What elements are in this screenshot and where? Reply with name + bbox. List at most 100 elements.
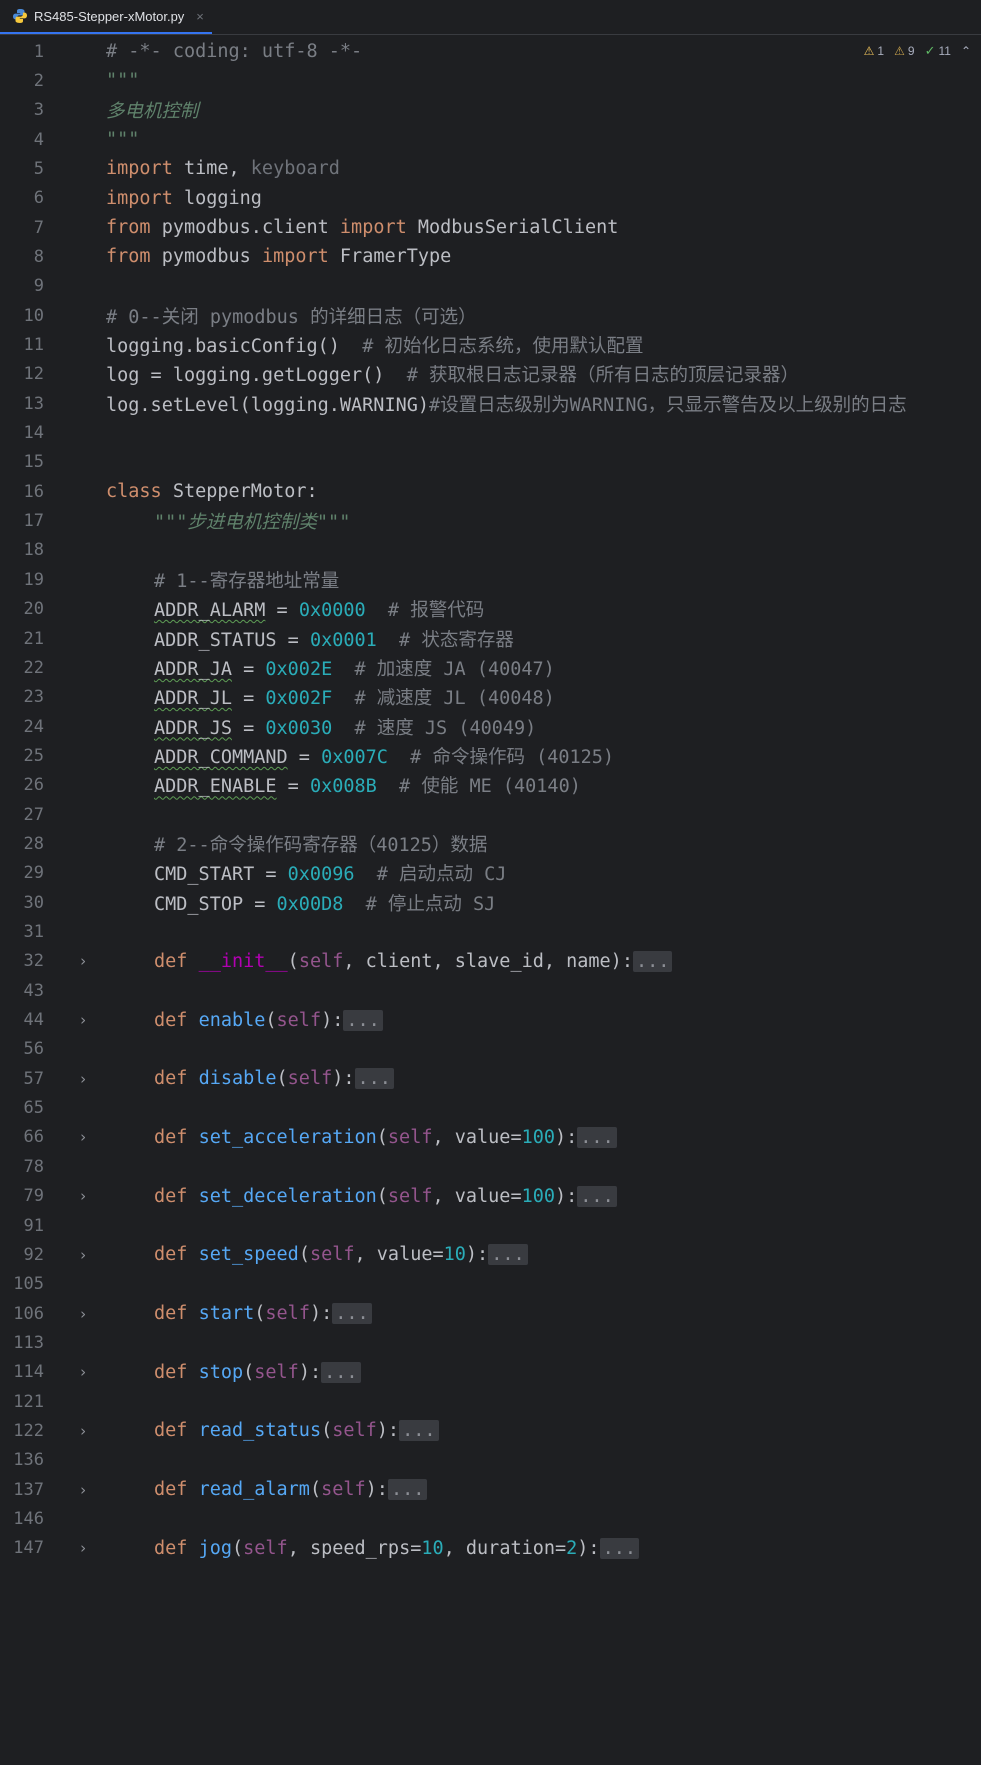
- code-line[interactable]: 21 ADDR_STATUS = 0x0001 # 状态寄存器: [0, 622, 981, 655]
- line-number[interactable]: 23: [0, 687, 44, 707]
- fold-expand-icon[interactable]: ›: [76, 1305, 90, 1323]
- folded-code-placeholder[interactable]: ...: [577, 1126, 617, 1148]
- line-number[interactable]: 9: [0, 276, 44, 296]
- code-line[interactable]: 121: [0, 1385, 981, 1418]
- line-number[interactable]: 66: [0, 1127, 44, 1147]
- code-line[interactable]: 43: [0, 974, 981, 1007]
- line-number[interactable]: 136: [0, 1450, 44, 1470]
- line-number[interactable]: 1: [0, 42, 44, 62]
- folded-code-placeholder[interactable]: ...: [599, 1537, 639, 1559]
- code-line[interactable]: 65: [0, 1092, 981, 1125]
- folded-code-placeholder[interactable]: ...: [632, 950, 673, 972]
- line-number[interactable]: 65: [0, 1098, 44, 1118]
- code-line[interactable]: 32 › def __init__(self, client, slave_id, …: [0, 945, 981, 978]
- line-number[interactable]: 56: [0, 1039, 44, 1059]
- code-line[interactable]: 22 ADDR_JA = 0x002E # 加速度 JA (40047): [0, 651, 981, 684]
- line-number[interactable]: 7: [0, 218, 44, 238]
- code-line[interactable]: 30 CMD_STOP = 0x00D8 # 停止点动 SJ: [0, 886, 981, 919]
- code-line[interactable]: 27: [0, 798, 981, 831]
- folded-code-placeholder[interactable]: ...: [399, 1420, 439, 1442]
- code-line[interactable]: 9: [0, 270, 981, 303]
- line-number[interactable]: 12: [0, 364, 44, 384]
- code-line[interactable]: 146: [0, 1503, 981, 1536]
- line-number[interactable]: 3: [0, 100, 44, 120]
- folded-code-placeholder[interactable]: ...: [321, 1361, 361, 1383]
- line-number[interactable]: 27: [0, 805, 44, 825]
- line-number[interactable]: 14: [0, 423, 44, 443]
- folded-code-placeholder[interactable]: ...: [387, 1479, 428, 1501]
- code-line[interactable]: 78: [0, 1150, 981, 1183]
- line-number[interactable]: 25: [0, 746, 44, 766]
- code-line[interactable]: 79 › def set_deceleration(self, value=100)…: [0, 1180, 981, 1213]
- code-line[interactable]: 137 › def read_alarm(self):...: [0, 1473, 981, 1506]
- line-number[interactable]: 30: [0, 893, 44, 913]
- folded-code-placeholder[interactable]: ...: [577, 1185, 617, 1207]
- code-line[interactable]: 19 # 1--寄存器地址常量: [0, 563, 981, 596]
- line-number[interactable]: 78: [0, 1157, 44, 1177]
- line-number[interactable]: 29: [0, 863, 44, 883]
- line-number[interactable]: 15: [0, 452, 44, 472]
- line-number[interactable]: 31: [0, 922, 44, 942]
- fold-expand-icon[interactable]: ›: [76, 1128, 90, 1146]
- code-line[interactable]: 13 log.setLevel(logging.WARNING)#设置日志级别为W…: [0, 387, 981, 420]
- code-line[interactable]: 17 """步进电机控制类""": [0, 505, 981, 538]
- code-line[interactable]: 5 import time, keyboard: [0, 152, 981, 185]
- line-number[interactable]: 28: [0, 834, 44, 854]
- code-line[interactable]: 12 log = logging.getLogger() # 获取根日志记录器（所…: [0, 358, 981, 391]
- code-line[interactable]: 91: [0, 1209, 981, 1242]
- line-number[interactable]: 105: [0, 1274, 44, 1294]
- line-number[interactable]: 20: [0, 599, 44, 619]
- code-line[interactable]: 92 › def set_speed(self, value=10):...: [0, 1238, 981, 1271]
- code-line[interactable]: 25 ADDR_COMMAND = 0x007C # 命令操作码 (40125): [0, 739, 981, 772]
- line-number[interactable]: 32: [0, 951, 44, 971]
- line-number[interactable]: 2: [0, 71, 44, 91]
- line-number[interactable]: 26: [0, 775, 44, 795]
- line-number[interactable]: 24: [0, 717, 44, 737]
- code-line[interactable]: 31: [0, 916, 981, 949]
- code-line[interactable]: 26 ADDR_ENABLE = 0x008B # 使能 ME (40140): [0, 769, 981, 802]
- line-number[interactable]: 92: [0, 1245, 44, 1265]
- code-line[interactable]: 11 logging.basicConfig() # 初始化日志系统，使用默认配置: [0, 329, 981, 362]
- line-number[interactable]: 6: [0, 188, 44, 208]
- folded-code-placeholder[interactable]: ...: [332, 1303, 372, 1325]
- line-number[interactable]: 4: [0, 130, 44, 150]
- line-number[interactable]: 114: [0, 1362, 44, 1382]
- code-line[interactable]: 14: [0, 417, 981, 450]
- line-number[interactable]: 57: [0, 1069, 44, 1089]
- line-number[interactable]: 10: [0, 306, 44, 326]
- code-line[interactable]: 114 › def stop(self):...: [0, 1356, 981, 1389]
- folded-code-placeholder[interactable]: ...: [343, 1009, 383, 1031]
- line-number[interactable]: 44: [0, 1010, 44, 1030]
- line-number[interactable]: 122: [0, 1421, 44, 1441]
- close-tab-icon[interactable]: ×: [196, 9, 204, 24]
- code-line[interactable]: 1 # -*- coding: utf-8 -*-: [0, 35, 981, 68]
- line-number[interactable]: 146: [0, 1509, 44, 1529]
- fold-expand-icon[interactable]: ›: [76, 1363, 90, 1381]
- line-number[interactable]: 18: [0, 540, 44, 560]
- line-number[interactable]: 13: [0, 394, 44, 414]
- fold-expand-icon[interactable]: ›: [76, 1187, 90, 1205]
- line-number[interactable]: 91: [0, 1216, 44, 1236]
- line-number[interactable]: 19: [0, 570, 44, 590]
- line-number[interactable]: 147: [0, 1538, 44, 1558]
- code-line[interactable]: 136: [0, 1444, 981, 1477]
- line-number[interactable]: 79: [0, 1186, 44, 1206]
- line-number[interactable]: 106: [0, 1304, 44, 1324]
- fold-expand-icon[interactable]: ›: [76, 1246, 90, 1264]
- code-line[interactable]: 66 › def set_acceleration(self, value=100)…: [0, 1121, 981, 1154]
- code-line[interactable]: 105: [0, 1268, 981, 1301]
- line-number[interactable]: 121: [0, 1392, 44, 1412]
- code-line[interactable]: 20 ADDR_ALARM = 0x0000 # 报警代码: [0, 593, 981, 626]
- code-line[interactable]: 6 import logging: [0, 182, 981, 215]
- line-number[interactable]: 22: [0, 658, 44, 678]
- code-line[interactable]: 44 › def enable(self):...: [0, 1004, 981, 1037]
- line-number[interactable]: 11: [0, 335, 44, 355]
- line-number[interactable]: 5: [0, 159, 44, 179]
- line-number[interactable]: 21: [0, 629, 44, 649]
- fold-expand-icon[interactable]: ›: [76, 952, 90, 970]
- code-line[interactable]: 57 › def disable(self):...: [0, 1062, 981, 1095]
- code-line[interactable]: 29 CMD_START = 0x0096 # 启动点动 CJ: [0, 857, 981, 890]
- line-number[interactable]: 43: [0, 981, 44, 1001]
- fold-expand-icon[interactable]: ›: [76, 1422, 90, 1440]
- code-line[interactable]: 56: [0, 1033, 981, 1066]
